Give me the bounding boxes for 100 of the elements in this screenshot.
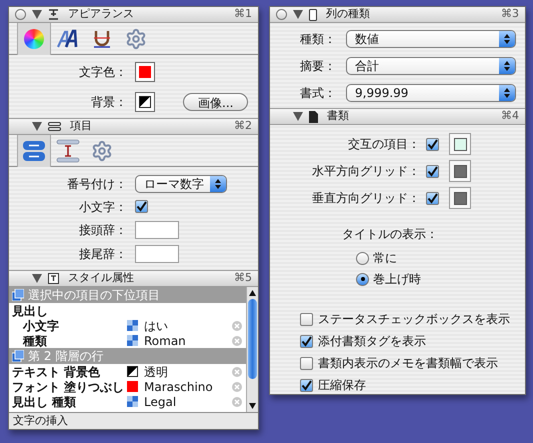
close-button[interactable] <box>276 9 287 20</box>
color-well[interactable] <box>449 133 471 155</box>
section-title: スタイル属性 <box>68 270 134 286</box>
checkbox[interactable] <box>300 312 313 326</box>
checkbox-option[interactable]: ステータスチェックボックスを表示 <box>300 310 525 328</box>
text-style-icon <box>48 9 59 20</box>
attribute-value: Legal <box>144 394 178 410</box>
field-label: 垂直方向グリッド： <box>311 190 420 207</box>
scroll-thumb[interactable] <box>248 299 257 379</box>
checkbox[interactable] <box>135 200 148 213</box>
gear-icon <box>91 140 113 162</box>
shortcut-label: ⌘5 <box>234 270 252 286</box>
checkbox-option[interactable]: 圧縮保存 <box>300 376 525 394</box>
suffix-field[interactable] <box>135 244 179 262</box>
attribute-name: フォント 塗りつぶし <box>11 378 126 396</box>
attribute-row[interactable]: テキスト 背景色 透明 <box>9 364 246 379</box>
field-label: 書式： <box>299 84 336 102</box>
attribute-value: 透明 <box>144 364 169 380</box>
field-label: 文字色： <box>78 64 127 80</box>
shortcut-label: ⌘3 <box>501 6 519 22</box>
checkbox-option[interactable]: 書類内表示のメモを書類幅で表示 <box>300 354 525 372</box>
field-label: 摘要： <box>299 58 336 74</box>
pattern-swatch <box>127 320 138 331</box>
radio-button[interactable] <box>356 252 369 264</box>
shortcut-label: ⌘1 <box>234 6 252 22</box>
text-frame-icon <box>48 273 59 284</box>
underline-icon <box>93 29 111 49</box>
up-down-arrows-icon <box>215 178 221 188</box>
popup-menu[interactable]: 合計 <box>346 56 516 74</box>
section-header[interactable]: 列の種類 ⌘3 <box>270 7 525 23</box>
disclosure-triangle-icon[interactable] <box>293 112 303 121</box>
up-down-arrows-icon <box>504 60 510 70</box>
field-label: 接頭辞： <box>78 222 127 238</box>
field-label: 背景： <box>90 94 127 110</box>
image-button[interactable]: 画像... <box>183 92 248 110</box>
stacked-squares-icon <box>12 350 24 362</box>
attribute-value: Maraschino <box>144 378 214 396</box>
field-label: 番号付け： <box>66 176 127 192</box>
section-header[interactable]: 項目 ⌘2 <box>9 119 258 135</box>
popup-menu[interactable]: 9,999.99 <box>346 84 516 102</box>
attribute-row[interactable]: 見出し 種類 Legal <box>9 394 246 409</box>
section-title: 書類 <box>327 108 349 124</box>
radio-group-label: タイトルの表示： <box>342 226 439 243</box>
font-icon <box>57 29 79 49</box>
disclosure-triangle-icon[interactable] <box>293 10 303 19</box>
attribute-value: Roman <box>144 332 187 350</box>
disclosure-triangle-icon[interactable] <box>32 122 42 131</box>
color-well[interactable] <box>449 187 471 209</box>
stacked-squares-icon <box>12 289 24 301</box>
attribute-row[interactable]: 種類 Roman <box>9 333 246 348</box>
attribute-row[interactable]: フォント 塗りつぶし Maraschino <box>9 379 246 394</box>
checkbox[interactable] <box>426 164 439 178</box>
scroll-down-arrow-icon[interactable] <box>249 403 256 409</box>
transparent-swatch <box>139 96 151 108</box>
section-header[interactable]: 書類 ⌘4 <box>270 109 525 125</box>
disclosure-triangle-icon[interactable] <box>32 10 42 19</box>
checkbox[interactable] <box>300 334 313 348</box>
scroll-up-arrow-icon[interactable] <box>249 290 256 296</box>
scroll-bar[interactable] <box>246 287 258 412</box>
up-down-arrows-icon <box>504 34 510 44</box>
prefix-field[interactable] <box>135 220 179 238</box>
radio-option[interactable]: 常に <box>356 249 525 267</box>
attribute-name: 見出し 種類 <box>11 394 78 410</box>
shortcut-label: ⌘2 <box>234 118 252 134</box>
color-well[interactable] <box>135 92 155 112</box>
up-down-arrows-icon <box>504 88 510 98</box>
checkbox[interactable] <box>426 192 439 204</box>
attribute-row[interactable]: 小文字 はい <box>9 318 246 333</box>
field-label: 種類： <box>299 30 336 48</box>
close-button[interactable] <box>15 9 26 20</box>
checkbox[interactable] <box>300 356 313 370</box>
section-header[interactable]: スタイル属性 ⌘5 <box>9 271 258 287</box>
color-wheel-icon <box>24 29 44 49</box>
field-label: 小文字： <box>78 198 127 216</box>
document-icon <box>309 110 318 122</box>
field-label: 水平方向グリッド： <box>311 163 420 180</box>
attribute-name: 小文字 <box>22 318 60 334</box>
checkbox[interactable] <box>300 378 313 392</box>
group-label: 選択中の項目の下位項目 <box>28 287 160 304</box>
color-well[interactable] <box>449 160 471 182</box>
disclosure-triangle-icon[interactable] <box>32 274 42 283</box>
attribute-name: テキスト 背景色 <box>11 364 102 380</box>
checkbox-option[interactable]: 添付書類タグを表示 <box>300 332 525 350</box>
spacing-icon <box>56 139 80 163</box>
column-icon <box>309 8 317 20</box>
pattern-swatch <box>127 335 138 346</box>
attribute-value: はい <box>144 318 169 334</box>
popup-menu[interactable]: 数値 <box>346 30 516 48</box>
radio-option[interactable]: 巻上げ時 <box>356 270 525 288</box>
pattern-swatch <box>127 396 138 407</box>
radio-button[interactable] <box>356 272 369 286</box>
shortcut-label: ⌘4 <box>501 108 519 124</box>
numbered-list-icon <box>22 139 46 163</box>
checkbox[interactable] <box>426 138 439 150</box>
popup-menu[interactable]: ローマ数字 <box>135 174 227 192</box>
section-header[interactable]: アピアランス ⌘1 <box>9 7 258 23</box>
color-well[interactable] <box>135 62 155 82</box>
transparent-swatch <box>127 366 138 377</box>
gear-icon <box>125 28 147 50</box>
section-title: 項目 <box>70 118 92 134</box>
